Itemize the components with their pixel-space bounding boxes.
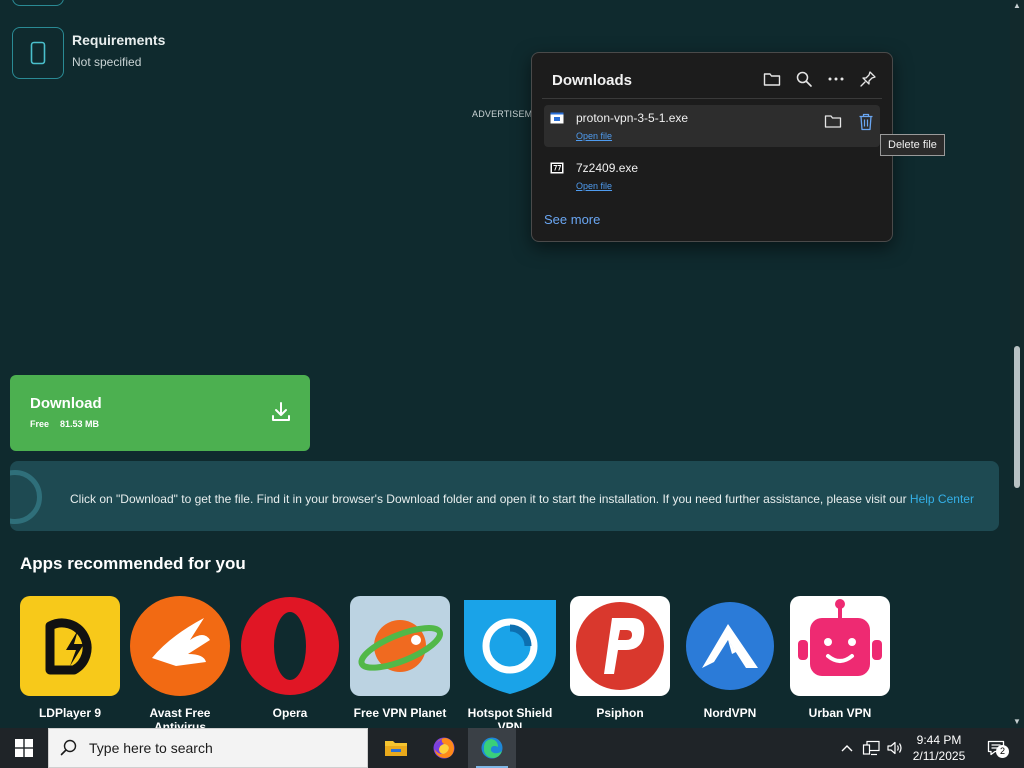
ldplayer-icon <box>20 596 120 696</box>
opera-icon <box>240 596 340 696</box>
app-name: Avast Free Antivirus <box>149 706 211 728</box>
downloads-title: Downloads <box>552 72 633 89</box>
download-button[interactable]: Download Free 81.53 MB <box>10 375 310 451</box>
scroll-thumb[interactable] <box>1014 346 1020 488</box>
app-name: Psiphon <box>596 706 644 720</box>
scroll-down-icon[interactable]: ▼ <box>1013 718 1021 726</box>
hotspot-shield-icon <box>460 596 560 696</box>
open-file-link[interactable]: Open file <box>576 131 612 141</box>
pin-icon[interactable] <box>858 69 878 89</box>
device-icon <box>12 27 64 79</box>
windows-logo-icon <box>15 739 33 757</box>
requirements-title: Requirements <box>72 32 166 48</box>
psiphon-icon <box>570 596 670 696</box>
show-hidden-icons-chevron-icon[interactable] <box>838 728 856 768</box>
download-item[interactable]: 7z2409.exe Open file <box>544 155 880 197</box>
scroll-up-icon[interactable]: ▲ <box>1013 2 1021 10</box>
previous-info-icon <box>12 0 64 6</box>
avast-icon <box>130 596 230 696</box>
app-name: NordVPN <box>703 706 757 720</box>
search-placeholder: Type here to search <box>89 740 213 756</box>
file-explorer-icon[interactable] <box>372 728 420 768</box>
open-file-link[interactable]: Open file <box>576 181 612 191</box>
downloads-panel: Downloads proton-vpn-3-5-1.exe Open file <box>531 52 893 242</box>
delete-file-icon[interactable] <box>858 113 874 136</box>
vpn-planet-icon <box>350 596 450 696</box>
edge-icon[interactable] <box>468 728 516 768</box>
firefox-icon[interactable] <box>420 728 468 768</box>
downloads-divider <box>542 98 882 99</box>
network-icon[interactable] <box>860 728 882 768</box>
delete-file-tooltip: Delete file <box>880 134 945 156</box>
open-downloads-folder-icon[interactable] <box>762 69 782 89</box>
download-size: 81.53 MB <box>60 419 100 429</box>
windows-start-button[interactable] <box>0 728 48 768</box>
urban-vpn-icon <box>790 596 890 696</box>
download-file-name: proton-vpn-3-5-1.exe <box>576 111 689 125</box>
taskbar: Type here to search 9:44 PM 2/11/2025 <box>0 728 1024 768</box>
app-card-ldplayer[interactable]: LDPlayer 9 <box>15 596 125 728</box>
app-name: LDPlayer 9 <box>38 706 102 720</box>
recommended-title: Apps recommended for you <box>20 554 246 573</box>
nordvpn-icon <box>680 596 780 696</box>
app-name: Hotspot Shield VPN <box>467 706 553 728</box>
info-message: Click on "Download" to get the file. Fin… <box>70 492 910 506</box>
volume-icon[interactable] <box>884 728 906 768</box>
app-card-opera[interactable]: Opera <box>235 596 345 728</box>
app-card-avast[interactable]: Avast Free Antivirus <box>125 596 235 728</box>
requirements-value: Not specified <box>72 55 142 69</box>
see-more-link[interactable]: See more <box>544 212 600 227</box>
page-scrollbar[interactable]: ▲ ▼ <box>1010 0 1024 728</box>
info-text: Click on "Download" to get the file. Fin… <box>70 492 974 506</box>
app-card-vpn-planet[interactable]: Free VPN Planet <box>345 596 455 728</box>
download-price: Free <box>30 419 50 429</box>
taskbar-search-box[interactable]: Type here to search <box>48 728 368 768</box>
recommended-apps: LDPlayer 9 Avast Free Antivirus Opera Fr… <box>0 596 1010 728</box>
app-name: Urban VPN <box>808 706 872 720</box>
app-card-nordvpn[interactable]: NordVPN <box>675 596 785 728</box>
show-in-folder-icon[interactable] <box>824 113 842 134</box>
notification-count-badge: 2 <box>996 745 1009 758</box>
app-card-urban-vpn[interactable]: Urban VPN <box>785 596 895 728</box>
download-arrow-icon <box>270 401 292 428</box>
app-name: Free VPN Planet <box>353 706 447 720</box>
app-name: Opera <box>272 706 308 720</box>
clock-time: 9:44 PM <box>916 733 962 747</box>
search-downloads-icon[interactable] <box>794 69 814 89</box>
more-options-icon[interactable] <box>826 69 846 89</box>
download-file-name: 7z2409.exe <box>576 161 639 175</box>
downloads-toolbar <box>762 69 878 89</box>
help-center-link[interactable]: Help Center <box>910 492 974 506</box>
info-icon <box>10 470 42 524</box>
clock-date: 2/11/2025 <box>912 749 966 763</box>
app-card-hotspot-shield[interactable]: Hotspot Shield VPN <box>455 596 565 728</box>
info-banner: Click on "Download" to get the file. Fin… <box>10 461 999 531</box>
download-label: Download <box>30 395 102 412</box>
7zip-file-icon <box>550 161 564 174</box>
exe-file-icon <box>550 111 564 124</box>
search-icon <box>49 739 89 757</box>
download-item[interactable]: proton-vpn-3-5-1.exe Open file <box>544 105 880 147</box>
taskbar-clock[interactable]: 9:44 PM 2/11/2025 <box>906 732 972 764</box>
app-card-psiphon[interactable]: Psiphon <box>565 596 675 728</box>
